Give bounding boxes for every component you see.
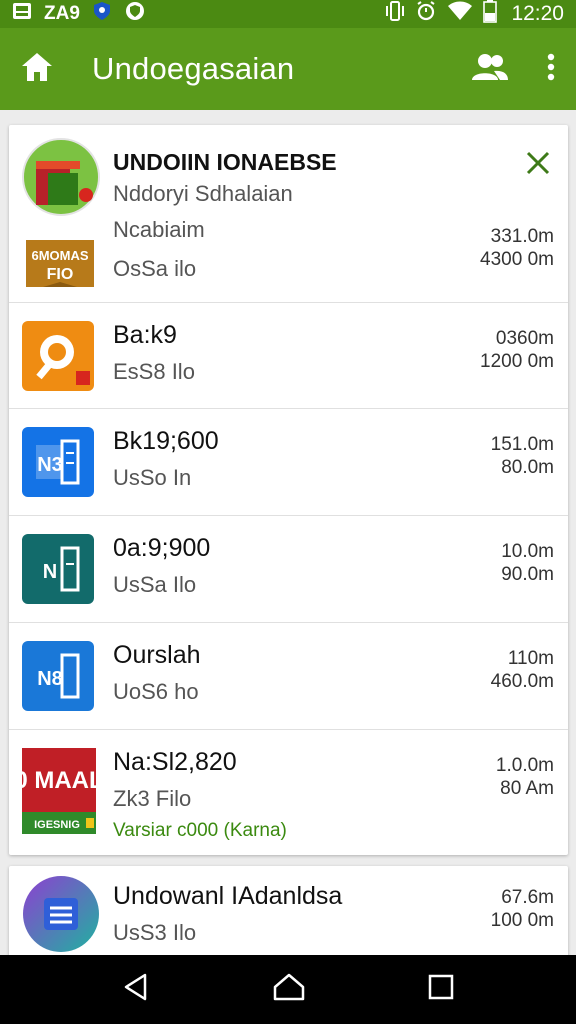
list-item[interactable]: N8 Ourslah UoS6 ho 110m 460.0m: [9, 623, 568, 730]
document-app-icon: [22, 874, 100, 959]
item-name: UNDOIIN IONAEBSE: [113, 149, 337, 175]
gallery-icon: [12, 1, 32, 27]
item-subtitle: EsS8 Ilo: [113, 359, 195, 384]
home-icon[interactable]: [20, 51, 54, 88]
item-size-1: 67.6m: [501, 887, 554, 908]
shield-outline-icon: [124, 0, 146, 28]
app-list-card: 6MOMAS FIO UNDOIIN IONAEBSE Nddoryi Sdha…: [9, 125, 568, 855]
list-item[interactable]: Undowanl IAdanldsa UsS3 Ilo 67.6m 100 0m: [9, 866, 568, 961]
item-size-1: 110m: [507, 648, 554, 669]
item-subtitle: Nddoryi Sdhalaian: [113, 181, 293, 206]
item-size-1: 0360m: [495, 328, 554, 349]
recents-icon[interactable]: [427, 973, 455, 1006]
home-circle-icon[interactable]: [272, 972, 306, 1007]
item-name: Ourslah: [113, 641, 201, 669]
screen: ZA9 12:20 Undoegasaian 6MOMAS FIO UNDOII…: [0, 0, 576, 1024]
item-subtitle: UsS3 Ilo: [113, 920, 197, 945]
shield-icon: [92, 1, 112, 27]
status-time: 12:20: [511, 2, 564, 25]
list-item[interactable]: N3 Bk19;600 UsSo In 151.0m 80.0m: [9, 409, 568, 516]
wifi-icon: [447, 0, 473, 28]
item-name: Ba:k9: [113, 321, 177, 349]
list-item[interactable]: N 0a:9;900 UsSa Ilo 10.0m 90.0m: [9, 516, 568, 623]
list-item[interactable]: 0 MAAL IGESNIG Na:Sl2,820 Zk3 Filo Varsia…: [9, 730, 568, 855]
battery-icon: [483, 0, 498, 29]
status-bar: ZA9 12:20: [0, 0, 576, 28]
item-name: Undowanl IAdanldsa: [113, 882, 343, 910]
list-item[interactable]: Ba:k9 EsS8 Ilo 0360m 1200 0m: [9, 303, 568, 409]
item-size-2: 80 Am: [500, 778, 554, 799]
svg-text:6MOMAS: 6MOMAS: [31, 248, 88, 263]
item-sizes: 331.0m 4300 0m: [480, 225, 554, 271]
item-size-1: 331.0m: [490, 226, 554, 247]
notes-app-icon: N8: [22, 641, 96, 718]
more-vert-icon[interactable]: [546, 52, 556, 87]
item-subtitle: UoS6 ho: [113, 679, 199, 704]
item-size-2: 100 0m: [490, 910, 554, 931]
list-item[interactable]: 6MOMAS FIO UNDOIIN IONAEBSE Nddoryi Sdha…: [9, 125, 568, 303]
svg-text:0 MAAL: 0 MAAL: [22, 767, 98, 794]
svg-text:N8: N8: [37, 668, 63, 690]
close-icon[interactable]: [524, 149, 552, 177]
item-sizes: 67.6m 100 0m: [491, 886, 554, 932]
search-app-icon: [22, 321, 96, 398]
item-sizes: 0360m 1200 0m: [480, 327, 554, 373]
item-name: Bk19;600: [113, 427, 219, 455]
item-sizes: 110m 460.0m: [491, 647, 554, 693]
back-icon[interactable]: [121, 972, 151, 1007]
notes-app-icon: N: [22, 534, 96, 611]
item-subtitle: Zk3 Filo: [113, 786, 192, 811]
svg-text:FIO: FIO: [47, 266, 74, 283]
item-name: Na:Sl2,820: [113, 748, 237, 776]
item-sizes: 10.0m 90.0m: [501, 540, 554, 586]
item-size-2: 460.0m: [490, 671, 554, 692]
app-title: Undoegasaian: [92, 51, 295, 86]
navigation-bar: [0, 955, 576, 1024]
alarm-icon: [415, 0, 437, 28]
item-size-2: 4300 0m: [480, 249, 554, 270]
item-size-2: 80.0m: [501, 457, 554, 478]
mail-app-icon: 0 MAAL IGESNIG: [14, 748, 104, 841]
item-size-1: 10.0m: [501, 541, 554, 562]
item-size-2: 90.0m: [501, 564, 554, 585]
svg-text:N3: N3: [37, 454, 63, 476]
status-text: ZA9: [44, 3, 80, 24]
item-size-1: 1.0.0m: [495, 755, 554, 776]
item-status: OsSa ilo: [113, 256, 197, 281]
notes-app-icon: N3: [22, 427, 96, 504]
app-list-card: Undowanl IAdanldsa UsS3 Ilo 67.6m 100 0m: [9, 866, 568, 961]
app-bar: Undoegasaian: [0, 28, 576, 110]
item-version: Varsiar c000 (Karna): [113, 820, 287, 841]
people-icon[interactable]: [470, 52, 510, 87]
item-sizes: 1.0.0m 80 Am: [496, 754, 554, 800]
svg-text:IGESNIG: IGESNIG: [34, 819, 80, 831]
vibrate-icon: [385, 0, 405, 28]
item-sizes: 151.0m 80.0m: [491, 433, 554, 479]
item-size-1: 151.0m: [490, 434, 554, 455]
item-subtitle: UsSo In: [113, 465, 192, 490]
svg-text:N: N: [43, 561, 57, 583]
item-size-2: 1200 0m: [480, 351, 554, 372]
item-subtitle: UsSa Ilo: [113, 572, 197, 597]
app-store-icon: 6MOMAS FIO: [22, 137, 100, 292]
item-name: 0a:9;900: [113, 534, 211, 562]
item-detail: Ncabiaim: [113, 217, 205, 242]
